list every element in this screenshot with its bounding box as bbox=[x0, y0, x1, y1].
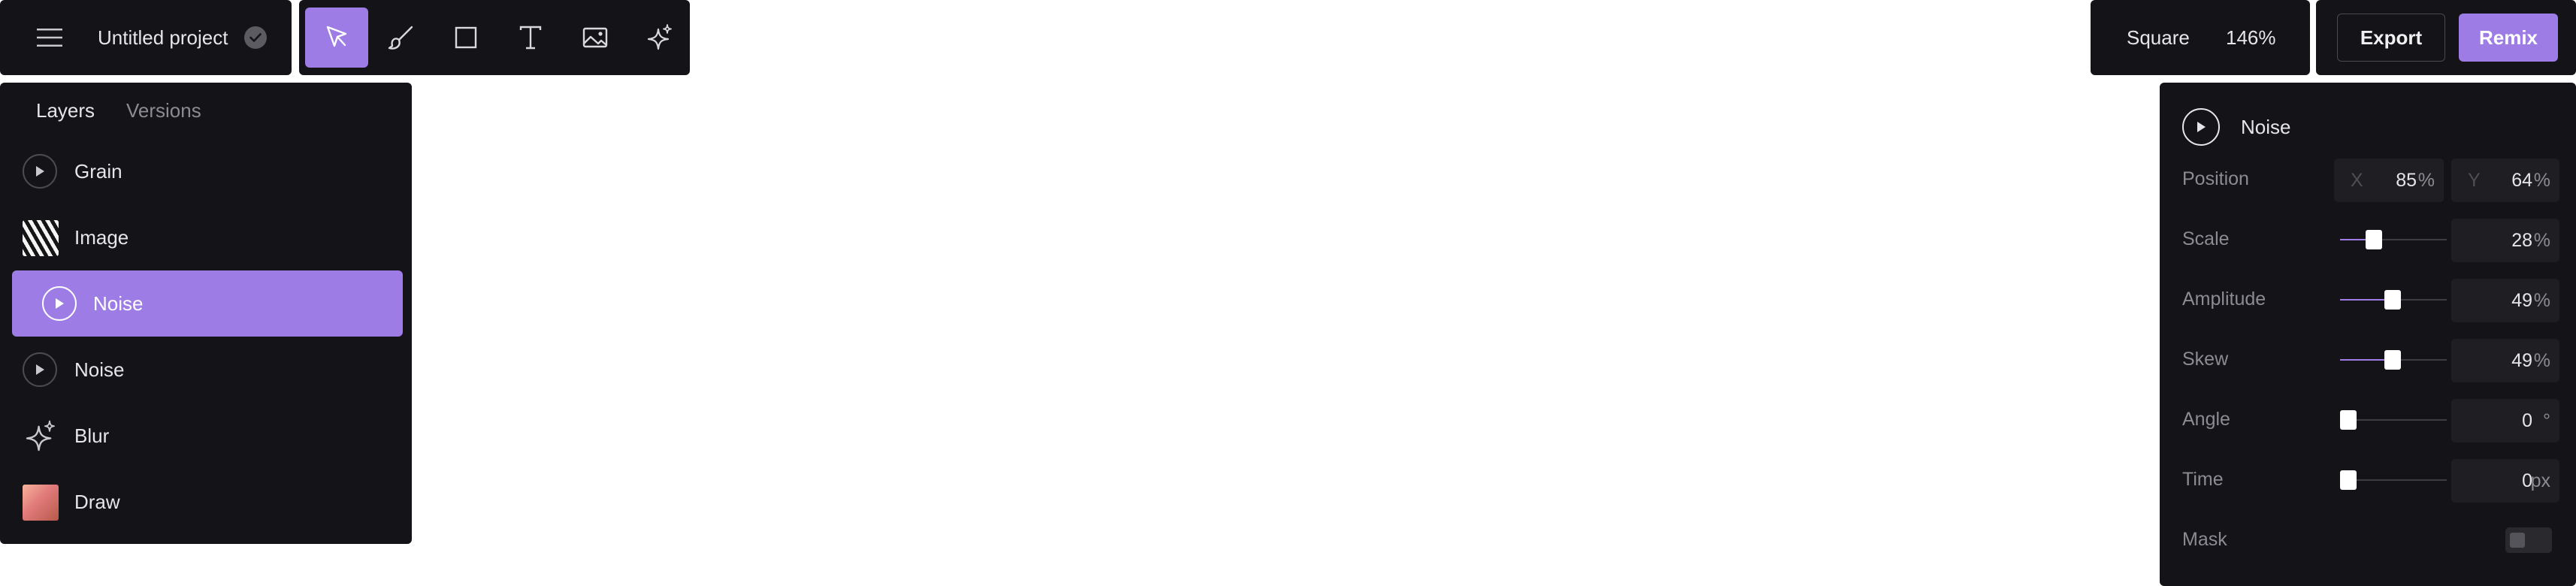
skew-value: 49 bbox=[2511, 350, 2532, 371]
remix-button[interactable]: Remix bbox=[2459, 14, 2558, 62]
amplitude-label: Amplitude bbox=[2182, 288, 2266, 310]
skew-input[interactable]: 49 % bbox=[2451, 339, 2559, 382]
mask-toggle-knob bbox=[2510, 533, 2525, 548]
layer-item[interactable]: Draw bbox=[12, 469, 403, 535]
amplitude-input[interactable]: 49 % bbox=[2451, 279, 2559, 322]
x-prefix: X bbox=[2351, 170, 2363, 191]
layer-label: Noise bbox=[93, 292, 144, 315]
sparkle-icon bbox=[26, 420, 55, 452]
rectangle-tool-button[interactable] bbox=[434, 8, 497, 68]
position-y-unit: % bbox=[2533, 170, 2550, 191]
cursor-arrow-icon bbox=[326, 26, 347, 47]
layer-label: Draw bbox=[74, 491, 120, 513]
brush-tool-button[interactable] bbox=[370, 8, 433, 68]
layer-label: Noise bbox=[74, 358, 125, 381]
scale-slider[interactable] bbox=[2340, 230, 2447, 249]
scale-label: Scale bbox=[2182, 228, 2230, 249]
angle-label: Angle bbox=[2182, 409, 2230, 430]
square-icon bbox=[455, 26, 477, 49]
tab-layers[interactable]: Layers bbox=[36, 99, 95, 122]
skew-unit: % bbox=[2533, 350, 2550, 371]
play-icon bbox=[2197, 122, 2206, 132]
scale-input[interactable]: 28 % bbox=[2451, 219, 2559, 262]
amplitude-unit: % bbox=[2533, 290, 2550, 311]
scale-unit: % bbox=[2533, 230, 2550, 251]
text-tool-button[interactable] bbox=[499, 8, 562, 68]
layer-item[interactable]: Image bbox=[12, 204, 403, 270]
position-x-input[interactable]: X 85 % bbox=[2334, 159, 2444, 202]
time-slider[interactable] bbox=[2340, 470, 2447, 490]
play-icon bbox=[36, 166, 44, 177]
layer-label: Blur bbox=[74, 424, 110, 447]
tab-versions[interactable]: Versions bbox=[126, 99, 201, 122]
zoom-level[interactable]: 146% bbox=[2226, 0, 2276, 75]
layer-label: Grain bbox=[74, 160, 122, 183]
scale-value: 28 bbox=[2511, 230, 2532, 251]
layer-item-selected[interactable]: Noise bbox=[12, 270, 403, 337]
layer-play-button[interactable] bbox=[23, 154, 59, 190]
menu-button[interactable] bbox=[26, 18, 74, 57]
actions-bar: Export Remix bbox=[2316, 0, 2576, 75]
play-icon bbox=[56, 298, 64, 309]
layer-image-thumbnail bbox=[23, 220, 59, 256]
layer-item[interactable]: Blur bbox=[12, 403, 403, 469]
project-header: Untitled project bbox=[0, 0, 292, 75]
mask-label: Mask bbox=[2182, 529, 2227, 550]
position-x-value: 85 bbox=[2396, 170, 2417, 191]
hamburger-menu-icon bbox=[37, 29, 62, 47]
sparkle-icon bbox=[647, 24, 672, 50]
layer-play-button[interactable] bbox=[23, 352, 59, 388]
text-icon bbox=[519, 26, 542, 50]
effect-play-button[interactable] bbox=[2182, 108, 2220, 146]
amplitude-slider[interactable] bbox=[2340, 290, 2447, 310]
skew-slider-handle[interactable] bbox=[2384, 350, 2401, 370]
tools-toolbar bbox=[299, 0, 690, 75]
project-name[interactable]: Untitled project bbox=[98, 0, 228, 75]
scale-slider-handle[interactable] bbox=[2365, 230, 2382, 249]
select-tool-button[interactable] bbox=[305, 8, 368, 68]
skew-slider[interactable] bbox=[2340, 350, 2447, 370]
layer-gradient-thumbnail bbox=[23, 485, 59, 521]
export-button[interactable]: Export bbox=[2337, 14, 2445, 62]
mask-toggle[interactable] bbox=[2505, 527, 2552, 553]
layer-play-button[interactable] bbox=[42, 286, 78, 322]
angle-unit: ° bbox=[2543, 410, 2550, 431]
layer-label: Image bbox=[74, 226, 129, 249]
angle-slider[interactable] bbox=[2340, 410, 2447, 430]
effects-tool-button[interactable] bbox=[628, 8, 691, 68]
angle-input[interactable]: 0 ° bbox=[2451, 399, 2559, 443]
properties-title: Noise bbox=[2241, 116, 2291, 138]
brush-icon bbox=[388, 26, 413, 50]
saved-status-badge bbox=[244, 26, 267, 49]
angle-slider-handle[interactable] bbox=[2340, 410, 2357, 430]
canvas-settings: Square 146% bbox=[2091, 0, 2310, 75]
checkmark-icon bbox=[249, 33, 262, 42]
layer-item[interactable]: Grain bbox=[12, 138, 403, 204]
amplitude-value: 49 bbox=[2511, 290, 2532, 311]
position-x-unit: % bbox=[2417, 170, 2435, 191]
canvas-shape-select[interactable]: Square bbox=[2127, 0, 2190, 75]
y-prefix: Y bbox=[2468, 170, 2481, 191]
time-label: Time bbox=[2182, 469, 2224, 490]
amplitude-slider-handle[interactable] bbox=[2384, 290, 2401, 310]
image-icon bbox=[582, 27, 608, 48]
skew-label: Skew bbox=[2182, 349, 2229, 370]
image-tool-button[interactable] bbox=[564, 8, 627, 68]
position-label: Position bbox=[2182, 168, 2249, 189]
position-y-input[interactable]: Y 64 % bbox=[2451, 159, 2559, 202]
position-y-value: 64 bbox=[2511, 170, 2532, 191]
layer-sparkle-thumbnail bbox=[23, 418, 59, 455]
layers-panel: Layers Versions Grain Image Noise Noise bbox=[0, 83, 412, 544]
angle-value: 0 bbox=[2522, 410, 2532, 431]
layer-item[interactable]: Noise bbox=[12, 337, 403, 403]
time-unit: px bbox=[2530, 470, 2550, 491]
time-input[interactable]: 0 px bbox=[2451, 459, 2559, 503]
play-icon bbox=[36, 364, 44, 375]
time-slider-handle[interactable] bbox=[2340, 470, 2357, 490]
